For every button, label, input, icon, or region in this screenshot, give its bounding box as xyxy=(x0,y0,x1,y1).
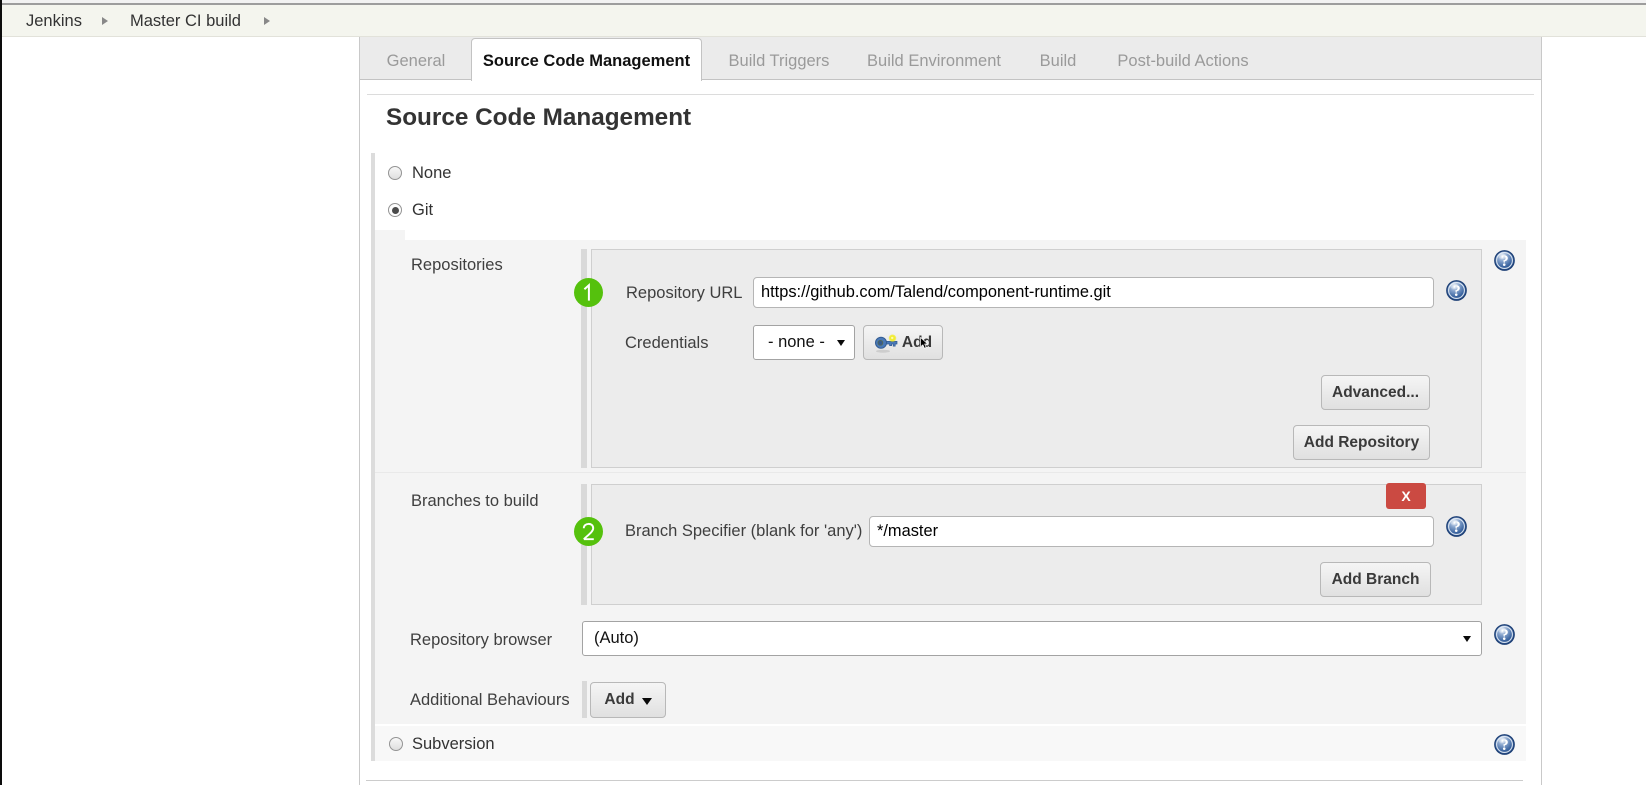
svg-text:?: ? xyxy=(1501,253,1509,270)
svg-text:?: ? xyxy=(1501,627,1509,644)
svg-text:?: ? xyxy=(1453,519,1461,536)
svg-text:?: ? xyxy=(1453,283,1461,300)
svg-text:?: ? xyxy=(1501,737,1509,754)
